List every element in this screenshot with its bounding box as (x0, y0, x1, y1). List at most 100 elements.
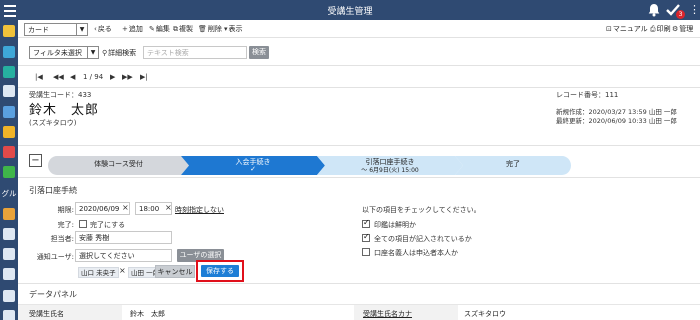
home-icon[interactable] (3, 25, 15, 37)
step-check-icon: ✓ (250, 165, 256, 173)
checklist-icon[interactable] (3, 268, 15, 280)
checklist-checkbox[interactable] (362, 232, 370, 242)
student-name: 鈴木 太郎 (29, 103, 100, 118)
calendar-icon[interactable] (3, 248, 15, 260)
edit-label: 編集 (155, 25, 170, 33)
name-label: 受講生氏名 (29, 310, 64, 318)
time-value: 18:00 (139, 205, 160, 213)
filter-select[interactable]: フィルタ未選択 ▼ (29, 46, 99, 59)
arrow-icon[interactable] (3, 66, 15, 78)
display-label: 表示 (228, 25, 243, 33)
clear-date-icon[interactable]: × (122, 203, 129, 212)
kana-value: スズキタロウ (464, 310, 506, 318)
copy-icon: ⧉ (173, 25, 178, 33)
next-page-icon[interactable]: ▶ (110, 73, 115, 81)
step-bank-account[interactable]: 引落口座手続き ～ 6月9日(火) 15:00 (317, 156, 463, 175)
complete-checkbox[interactable] (79, 220, 87, 228)
filter-bar: フィルタ未選択 ▼ ⚲詳細検索 テキスト検索 検索 (18, 38, 700, 66)
detail-search-button[interactable]: ⚲詳細検索 (102, 48, 136, 58)
sidebar-group-label[interactable]: グル (1, 188, 17, 199)
chevron-down-icon: ▼ (76, 24, 87, 35)
display-button[interactable]: ▾表示 (224, 24, 243, 34)
detail-search-label: 詳細検索 (108, 49, 137, 57)
trash-icon: 🗑 (198, 25, 207, 33)
document-icon[interactable] (3, 85, 15, 97)
kana-label: 受講生氏名カナ (363, 310, 412, 318)
section-title: 引落口座手続 (29, 186, 77, 195)
more-icon[interactable]: ⋮ (689, 3, 700, 17)
delete-label: 削除 (207, 25, 222, 33)
assignee-input[interactable]: 安藤 秀樹 (75, 231, 172, 244)
gear-icon: ⚙ (672, 25, 679, 33)
headset-green-icon[interactable] (3, 166, 15, 178)
sidebar: グル (0, 20, 18, 320)
image-icon[interactable] (3, 208, 15, 220)
search-button[interactable]: 検索 (249, 46, 269, 59)
prev-page-icon[interactable]: ◀ (70, 73, 75, 81)
checklist-checkbox[interactable] (362, 218, 370, 228)
app-title: 受講生管理 (327, 7, 373, 17)
notify-label: 通知ユーザ: (36, 253, 74, 261)
record-number: レコード番号：111 (556, 91, 619, 99)
admin-button[interactable]: ⚙管理 (672, 24, 693, 34)
no-time-link[interactable]: 時刻指定しない (175, 205, 224, 215)
step-complete[interactable]: 完了 (455, 156, 571, 175)
step-label: 体験コース受付 (94, 160, 143, 168)
back-button[interactable]: ‹戻る (94, 24, 112, 34)
search-input[interactable]: テキスト検索 (143, 46, 247, 59)
magnifier-icon: ⚲ (102, 49, 108, 57)
notify-input[interactable]: 選択してください (75, 249, 172, 262)
manual-label: マニュアル (612, 25, 648, 33)
complete-checkbox-label: 完了にする (90, 221, 126, 229)
data-panel-title: データパネル (29, 290, 77, 299)
step-deadline: ～ 6月9日(火) 15:00 (361, 167, 419, 174)
list-icon[interactable] (3, 310, 15, 320)
checklist-item-label: 全ての項目が記入されているか (374, 235, 472, 243)
chevron-down-icon: ▼ (87, 47, 98, 58)
headset-icon[interactable] (3, 146, 15, 158)
collapse-button[interactable]: − (29, 154, 42, 167)
next-next-page-icon[interactable]: ▶▶ (122, 73, 133, 81)
copy-button[interactable]: ⧉複製 (173, 24, 193, 34)
notes-icon[interactable] (3, 290, 15, 302)
printer-icon: ⎙ (650, 25, 656, 33)
add-label: 追加 (128, 25, 143, 33)
database-icon[interactable] (3, 46, 15, 58)
admin-label: 管理 (679, 25, 694, 33)
briefcase-icon[interactable] (3, 126, 15, 138)
view-select[interactable]: カード ▼ (24, 23, 88, 36)
mail-icon[interactable] (3, 228, 15, 240)
print-button[interactable]: ⎙印刷 (650, 24, 671, 34)
step-trial[interactable]: 体験コース受付 (48, 156, 189, 175)
pager: |◀ ◀◀ ◀ 1 / 94 ▶ ▶▶ ▶| (18, 66, 700, 88)
cancel-button[interactable]: キャンセル (155, 265, 195, 278)
save-button[interactable]: 保存する (201, 265, 239, 277)
manual-button[interactable]: ⊡マニュアル (606, 24, 648, 34)
print-label: 印刷 (656, 25, 671, 33)
step-enrollment[interactable]: 入会手続き ✓ (181, 156, 325, 175)
checklist-title: 以下の項目をチェックしてください。 (362, 206, 481, 214)
deadline-label: 期限: (57, 206, 74, 214)
pencil-icon: ✎ (149, 25, 155, 33)
checklist-checkbox[interactable] (362, 248, 370, 256)
process-steps: − 体験コース受付 入会手続き ✓ 引落口座手続き ～ 6月9日(火) 15:0… (18, 146, 700, 178)
step-label: 完了 (506, 160, 520, 168)
data-row: 受講生氏名 鈴木 太郎 受講生氏名カナ スズキタロウ (18, 304, 700, 320)
view-select-value: カード (28, 26, 49, 34)
toolbar: カード ▼ ‹戻る +追加 ✎編集 ⧉複製 🗑削除 ▾表示 ⊡マニュアル ⎙印刷… (18, 20, 700, 38)
name-value: 鈴木 太郎 (130, 310, 165, 318)
edit-button[interactable]: ✎編集 (149, 24, 170, 34)
remove-chip-icon[interactable]: × (119, 266, 126, 275)
delete-button[interactable]: 🗑削除 (198, 24, 222, 34)
clear-time-icon[interactable]: × (165, 203, 172, 212)
add-button[interactable]: +追加 (122, 24, 143, 34)
first-page-icon[interactable]: |◀ (35, 73, 43, 81)
prev-prev-page-icon[interactable]: ◀◀ (53, 73, 64, 81)
back-label: 戻る (97, 25, 112, 33)
bell-icon[interactable] (648, 3, 660, 17)
last-page-icon[interactable]: ▶| (140, 73, 148, 81)
main-area: カード ▼ ‹戻る +追加 ✎編集 ⧉複製 🗑削除 ▾表示 ⊡マニュアル ⎙印刷… (18, 20, 700, 320)
chat-icon[interactable] (3, 106, 15, 118)
record-header: 受講生コード：433 鈴木 太郎 (スズキタロウ) レコード番号：111 新規作… (18, 88, 700, 146)
chip-label: 山口 未央子 (81, 269, 116, 277)
